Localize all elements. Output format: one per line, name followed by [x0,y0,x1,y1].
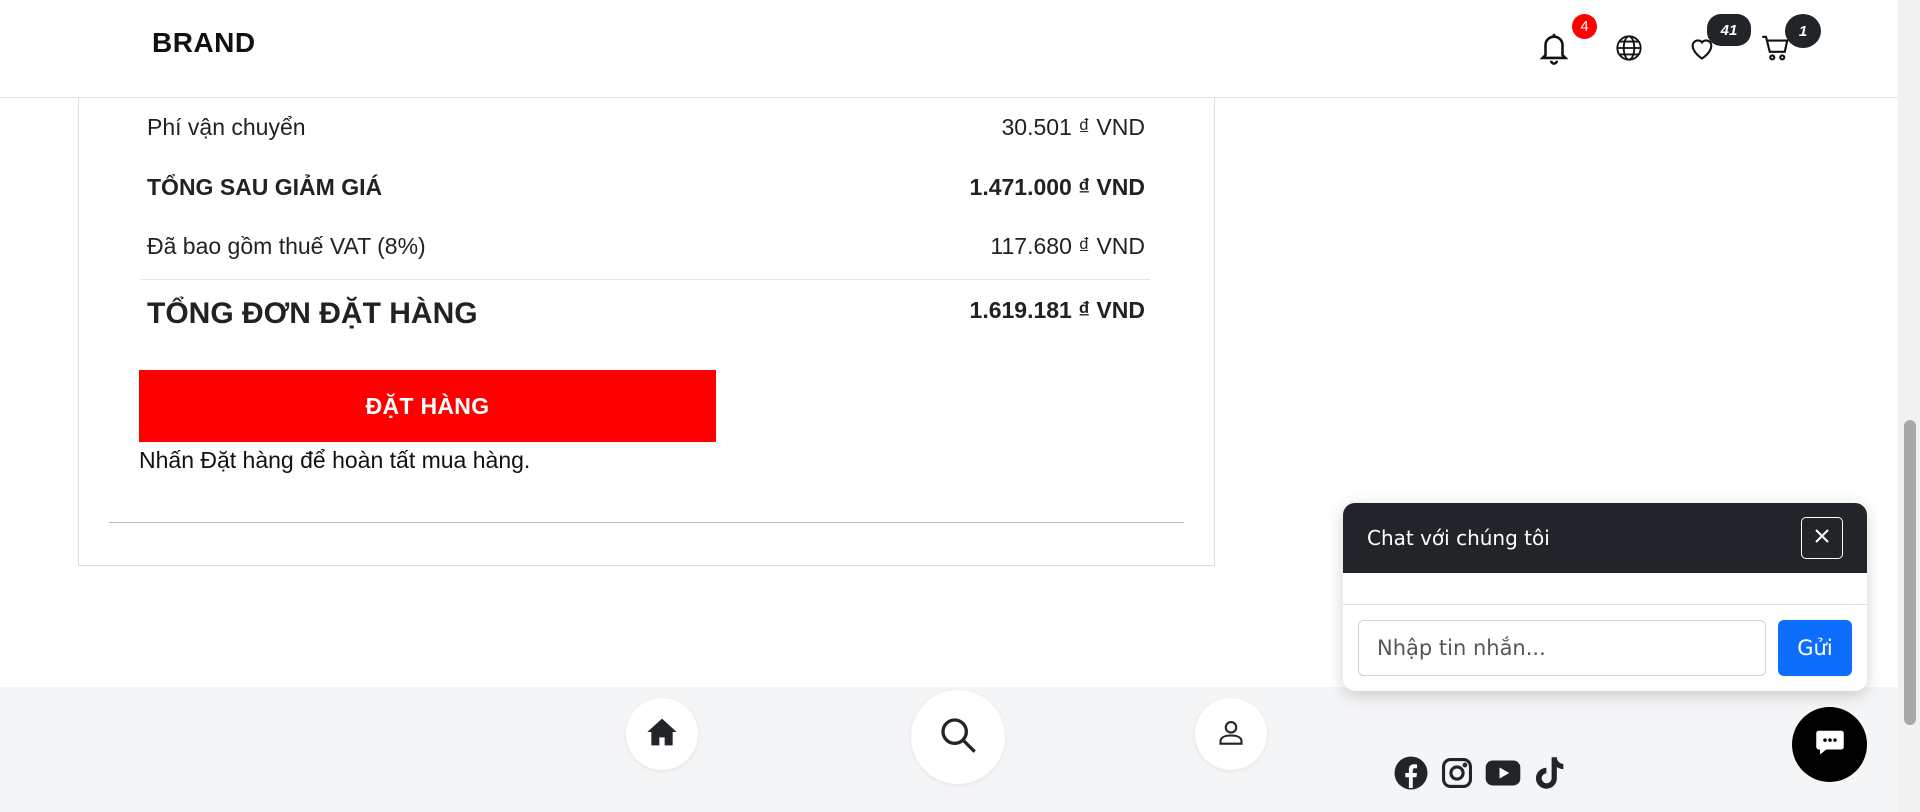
chat-form: Gửi [1358,620,1852,676]
user-icon [1217,717,1245,752]
chat-header: Chat với chúng tôi [1343,503,1867,573]
account-button[interactable] [1195,698,1267,770]
home-button[interactable] [626,698,698,770]
after-discount-value: 1.471.000 ₫ VND [969,174,1145,200]
after-discount-row: TỔNG SAU GIẢM GIÁ 1.471.000 ₫ VND [147,174,1145,201]
page-scrollbar[interactable] [1898,0,1920,812]
tiktok-icon[interactable] [1531,755,1567,791]
search-icon [938,715,978,760]
order-total-value: 1.619.181 ₫ VND [969,297,1145,323]
chat-messages [1343,573,1867,605]
chat-widget: Chat với chúng tôi Gửi [1343,503,1867,691]
card-divider [109,522,1184,523]
chat-send-button[interactable]: Gửi [1778,620,1852,676]
chat-message-input[interactable] [1358,620,1766,676]
place-order-button[interactable]: ĐẶT HÀNG [139,370,716,442]
search-button[interactable] [911,690,1005,784]
instagram-icon[interactable] [1439,755,1475,791]
order-total-row: TỔNG ĐƠN ĐẶT HÀNG 1.619.181 ₫ VND [147,297,1145,331]
shipping-value: 30.501 ₫ VND [1001,114,1146,140]
chat-toggle-button[interactable] [1792,707,1867,782]
divider [140,279,1150,280]
shipping-label: Phí vận chuyển [147,114,306,140]
brand-logo[interactable]: BRAND [152,27,256,59]
scrollbar-thumb[interactable] [1904,420,1916,725]
vat-row: Đã bao gồm thuế VAT (8%) 117.680 ₫ VND [147,233,1145,260]
social-links [1393,755,1567,791]
cart-badge: 1 [1785,14,1821,48]
vat-label: Đã bao gồm thuế VAT (8%) [147,233,426,259]
vat-value: 117.680 ₫ VND [990,233,1145,259]
facebook-icon[interactable] [1393,755,1429,791]
close-icon [1814,528,1830,549]
youtube-icon[interactable] [1485,755,1521,791]
bell-icon[interactable] [1536,30,1572,66]
after-discount-label: TỔNG SAU GIẢM GIÁ [147,174,383,200]
chat-bubble-icon [1815,728,1845,761]
home-icon [646,717,678,752]
globe-icon[interactable] [1611,30,1647,66]
wishlist-badge: 41 [1707,14,1751,46]
shipping-row: Phí vận chuyển 30.501 ₫ VND [147,114,1145,141]
order-total-label: TỔNG ĐƠN ĐẶT HÀNG [147,297,478,330]
order-summary-card [78,96,1215,566]
chat-close-button[interactable] [1801,517,1843,559]
top-navbar: BRAND 4 41 1 [0,0,1898,98]
order-note: Nhấn Đặt hàng để hoàn tất mua hàng. [139,447,531,473]
chat-title: Chat với chúng tôi [1367,526,1550,550]
notification-badge: 4 [1572,14,1597,39]
